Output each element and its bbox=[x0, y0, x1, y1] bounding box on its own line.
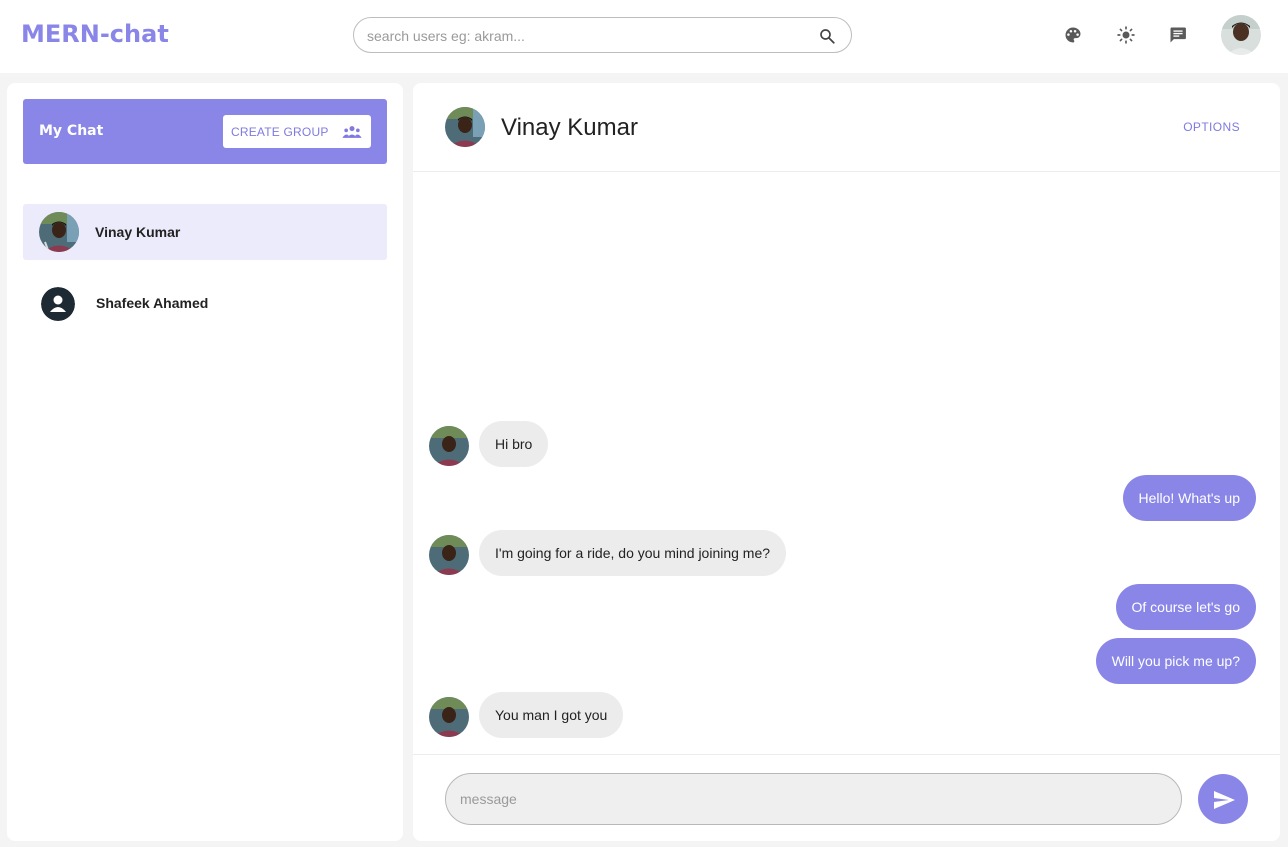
group-icon bbox=[342, 126, 362, 138]
app-brand[interactable]: MERN-chat bbox=[21, 20, 169, 48]
message-bubble: I'm going for a ride, do you mind joinin… bbox=[479, 530, 787, 576]
my-chat-title: My Chat bbox=[39, 123, 104, 139]
contact-name: Shafeek Ahamed bbox=[96, 295, 209, 311]
sender-avatar bbox=[429, 697, 469, 737]
message-bubble: You man I got you bbox=[479, 692, 624, 738]
sender-avatar bbox=[429, 535, 469, 575]
contact-name: Vinay Kumar bbox=[95, 224, 181, 240]
chat-icon[interactable] bbox=[1168, 25, 1188, 45]
message-bubble: Hi bro bbox=[479, 421, 549, 467]
create-group-button[interactable]: CREATE GROUP bbox=[223, 115, 371, 148]
palette-icon[interactable] bbox=[1063, 25, 1083, 45]
contact-avatar[interactable] bbox=[445, 107, 485, 147]
conversation-panel: Vinay Kumar OPTIONS Hi bro Hello! What's… bbox=[413, 83, 1280, 841]
contact-avatar bbox=[39, 212, 79, 252]
send-icon bbox=[1214, 791, 1235, 809]
chat-list-item[interactable]: Shafeek Ahamed bbox=[23, 275, 387, 331]
message-composer bbox=[413, 754, 1280, 841]
message-bubble: Will you pick me up? bbox=[1095, 638, 1256, 684]
brightness-icon[interactable] bbox=[1116, 25, 1136, 45]
message-input[interactable] bbox=[445, 773, 1182, 825]
top-bar: MERN-chat bbox=[0, 0, 1288, 73]
create-group-label: CREATE GROUP bbox=[231, 125, 329, 139]
message-bubble: Hello! What's up bbox=[1122, 475, 1256, 521]
default-user-icon bbox=[41, 287, 75, 321]
chat-list-item[interactable]: Vinay Kumar bbox=[23, 204, 387, 260]
conversation-title: Vinay Kumar bbox=[501, 114, 638, 141]
conversation-header: Vinay Kumar OPTIONS bbox=[413, 83, 1280, 172]
user-avatar[interactable] bbox=[1221, 15, 1261, 55]
message-list[interactable]: Hi bro Hello! What's up I'm going for a … bbox=[413, 173, 1280, 753]
search-icon[interactable] bbox=[818, 27, 836, 45]
my-chat-header: My Chat CREATE GROUP bbox=[23, 99, 387, 164]
sender-avatar bbox=[429, 426, 469, 466]
chat-list-panel: My Chat CREATE GROUP Vinay Kumar Shafeek… bbox=[7, 83, 403, 841]
options-button[interactable]: OPTIONS bbox=[1183, 120, 1240, 134]
search-box bbox=[353, 17, 852, 53]
search-input[interactable] bbox=[367, 26, 807, 46]
send-button[interactable] bbox=[1198, 774, 1248, 824]
message-bubble: Of course let's go bbox=[1115, 584, 1256, 630]
